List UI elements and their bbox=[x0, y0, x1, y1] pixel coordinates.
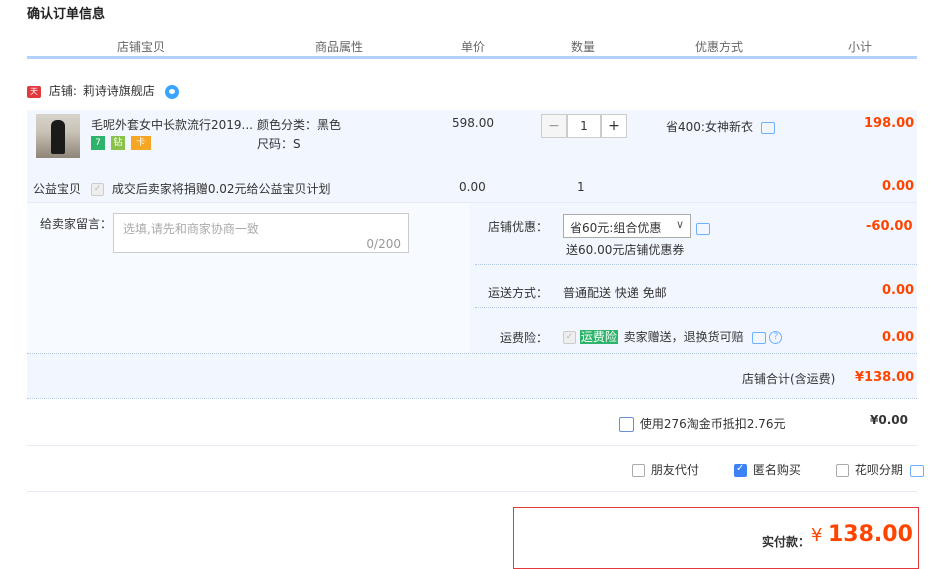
divider bbox=[27, 353, 917, 354]
installment-option[interactable]: 花呗分期 bbox=[836, 461, 924, 478]
shop-discount-select[interactable]: 省60元:组合优惠 ∨ bbox=[563, 214, 691, 238]
seven-day-return-icon: 7 bbox=[91, 135, 105, 150]
insurance-label: 运费险： bbox=[500, 331, 549, 345]
insurance-text: 卖家赠送，退换货可赔 bbox=[623, 330, 744, 344]
card-badge-icon: 卡 bbox=[130, 135, 151, 150]
shop-total-label: 店铺合计(含运费) bbox=[742, 372, 836, 386]
insurance-amount: 0.00 bbox=[882, 330, 915, 345]
charity-subtotal: 0.00 bbox=[882, 179, 915, 194]
message-placeholder: 选填,请先和商家协商一致 bbox=[123, 222, 259, 236]
chevron-down-icon: ∨ bbox=[675, 218, 684, 231]
item-subtotal: 198.00 bbox=[864, 116, 915, 131]
divider bbox=[475, 264, 917, 265]
charity-row: ✓ 成交后卖家将捐赠0.02元给公益宝贝计划 bbox=[91, 180, 331, 197]
anonymous-option[interactable]: 匿名购买 bbox=[734, 461, 801, 478]
shipping-amount: 0.00 bbox=[882, 283, 915, 298]
shop-discount-label: 店铺优惠： bbox=[488, 220, 549, 234]
shipping-value: 普通配送 快递 免邮 bbox=[563, 286, 667, 300]
col-shop-item: 店铺宝贝 bbox=[117, 40, 166, 54]
item-unit-price: 598.00 bbox=[452, 116, 494, 130]
col-quantity: 数量 bbox=[571, 40, 596, 54]
col-subtotal: 小计 bbox=[848, 40, 873, 54]
divider bbox=[27, 398, 917, 399]
qty-plus-button[interactable]: + bbox=[601, 114, 627, 138]
quantity-stepper: − 1 + bbox=[541, 114, 627, 138]
coins-value: ¥0.00 bbox=[870, 413, 908, 427]
qty-input[interactable]: 1 bbox=[567, 114, 601, 138]
installment-checkbox[interactable] bbox=[836, 464, 849, 477]
charity-quantity: 1 bbox=[577, 180, 585, 194]
payment-amount: 138.00 bbox=[828, 522, 913, 547]
friend-pay-label: 朋友代付 bbox=[650, 463, 699, 477]
item-title[interactable]: 毛呢外套女中长款流行2019... bbox=[91, 116, 253, 133]
item-discount-text: 省400:女神新衣 bbox=[666, 120, 753, 134]
discount-info-icon[interactable] bbox=[760, 121, 775, 134]
installment-label: 花呗分期 bbox=[854, 463, 903, 477]
divider bbox=[27, 445, 917, 446]
charity-label: 公益宝贝 bbox=[33, 182, 82, 196]
shipping-label: 运送方式： bbox=[488, 286, 549, 300]
payment-summary: 实付款： ¥ 138.00 bbox=[513, 507, 919, 569]
charity-price: 0.00 bbox=[459, 180, 486, 194]
divider bbox=[475, 307, 917, 308]
col-attributes: 商品属性 bbox=[315, 40, 364, 54]
insurance-chat-icon[interactable] bbox=[751, 331, 766, 344]
col-discount: 优惠方式 bbox=[695, 40, 744, 54]
friend-pay-option[interactable]: 朋友代付 bbox=[632, 461, 699, 478]
message-counter: 0/200 bbox=[366, 237, 401, 251]
anonymous-checkbox[interactable] bbox=[734, 463, 747, 477]
help-icon[interactable]: ? bbox=[769, 331, 783, 344]
item-attr-color: 颜色分类：黑色 bbox=[257, 118, 342, 132]
item-badges: 7 钻 卡 bbox=[91, 135, 153, 150]
shop-discount-note: 送60.00元店铺优惠券 bbox=[566, 243, 685, 257]
shop-discount-amount: -60.00 bbox=[866, 219, 913, 234]
divider bbox=[27, 491, 917, 492]
item-discount: 省400:女神新衣 bbox=[666, 118, 775, 135]
payment-currency: ¥ bbox=[811, 525, 823, 546]
coins-row: 使用276淘金币抵扣2.76元 bbox=[619, 415, 785, 432]
divider bbox=[27, 202, 917, 203]
shop-total-value: ¥138.00 bbox=[855, 370, 915, 385]
installment-info-icon[interactable] bbox=[909, 464, 924, 477]
tmall-badge-icon: 天猫 bbox=[27, 85, 41, 108]
message-label: 给卖家留言： bbox=[40, 217, 113, 231]
charity-checkbox: ✓ bbox=[91, 183, 104, 196]
insurance-row: ✓ 运费险 卖家赠送，退换货可赔 ? bbox=[563, 328, 783, 345]
qty-minus-button[interactable]: − bbox=[541, 114, 567, 138]
service-badge-icon: 钻 bbox=[110, 135, 125, 150]
anonymous-label: 匿名购买 bbox=[752, 463, 801, 477]
page-title: 确认订单信息 bbox=[27, 7, 106, 22]
shop-line: 天猫 店铺: 莉诗诗旗舰店 bbox=[27, 82, 179, 108]
insurance-checkbox: ✓ bbox=[563, 331, 576, 344]
shop-discount-selected: 省60元:组合优惠 bbox=[570, 221, 662, 235]
payment-label: 实付款： bbox=[762, 535, 811, 549]
chat-wangwang-icon[interactable] bbox=[164, 84, 179, 99]
charity-text: 成交后卖家将捐赠0.02元给公益宝贝计划 bbox=[111, 182, 331, 196]
item-attr-size: 尺码：S bbox=[257, 137, 301, 151]
coins-text: 使用276淘金币抵扣2.76元 bbox=[639, 417, 786, 431]
shop-discount-info-icon[interactable] bbox=[696, 222, 710, 235]
item-thumbnail[interactable] bbox=[36, 114, 80, 158]
shop-label: 店铺: bbox=[48, 84, 77, 98]
coins-checkbox[interactable] bbox=[619, 417, 634, 432]
friend-pay-checkbox[interactable] bbox=[632, 464, 645, 477]
col-unit-price: 单价 bbox=[461, 40, 486, 54]
message-input[interactable]: 选填,请先和商家协商一致 0/200 bbox=[113, 213, 409, 253]
table-header: 店铺宝贝 商品属性 单价 数量 优惠方式 小计 bbox=[27, 38, 917, 59]
shop-name[interactable]: 莉诗诗旗舰店 bbox=[83, 84, 155, 98]
insurance-tag: 运费险 bbox=[579, 330, 618, 344]
